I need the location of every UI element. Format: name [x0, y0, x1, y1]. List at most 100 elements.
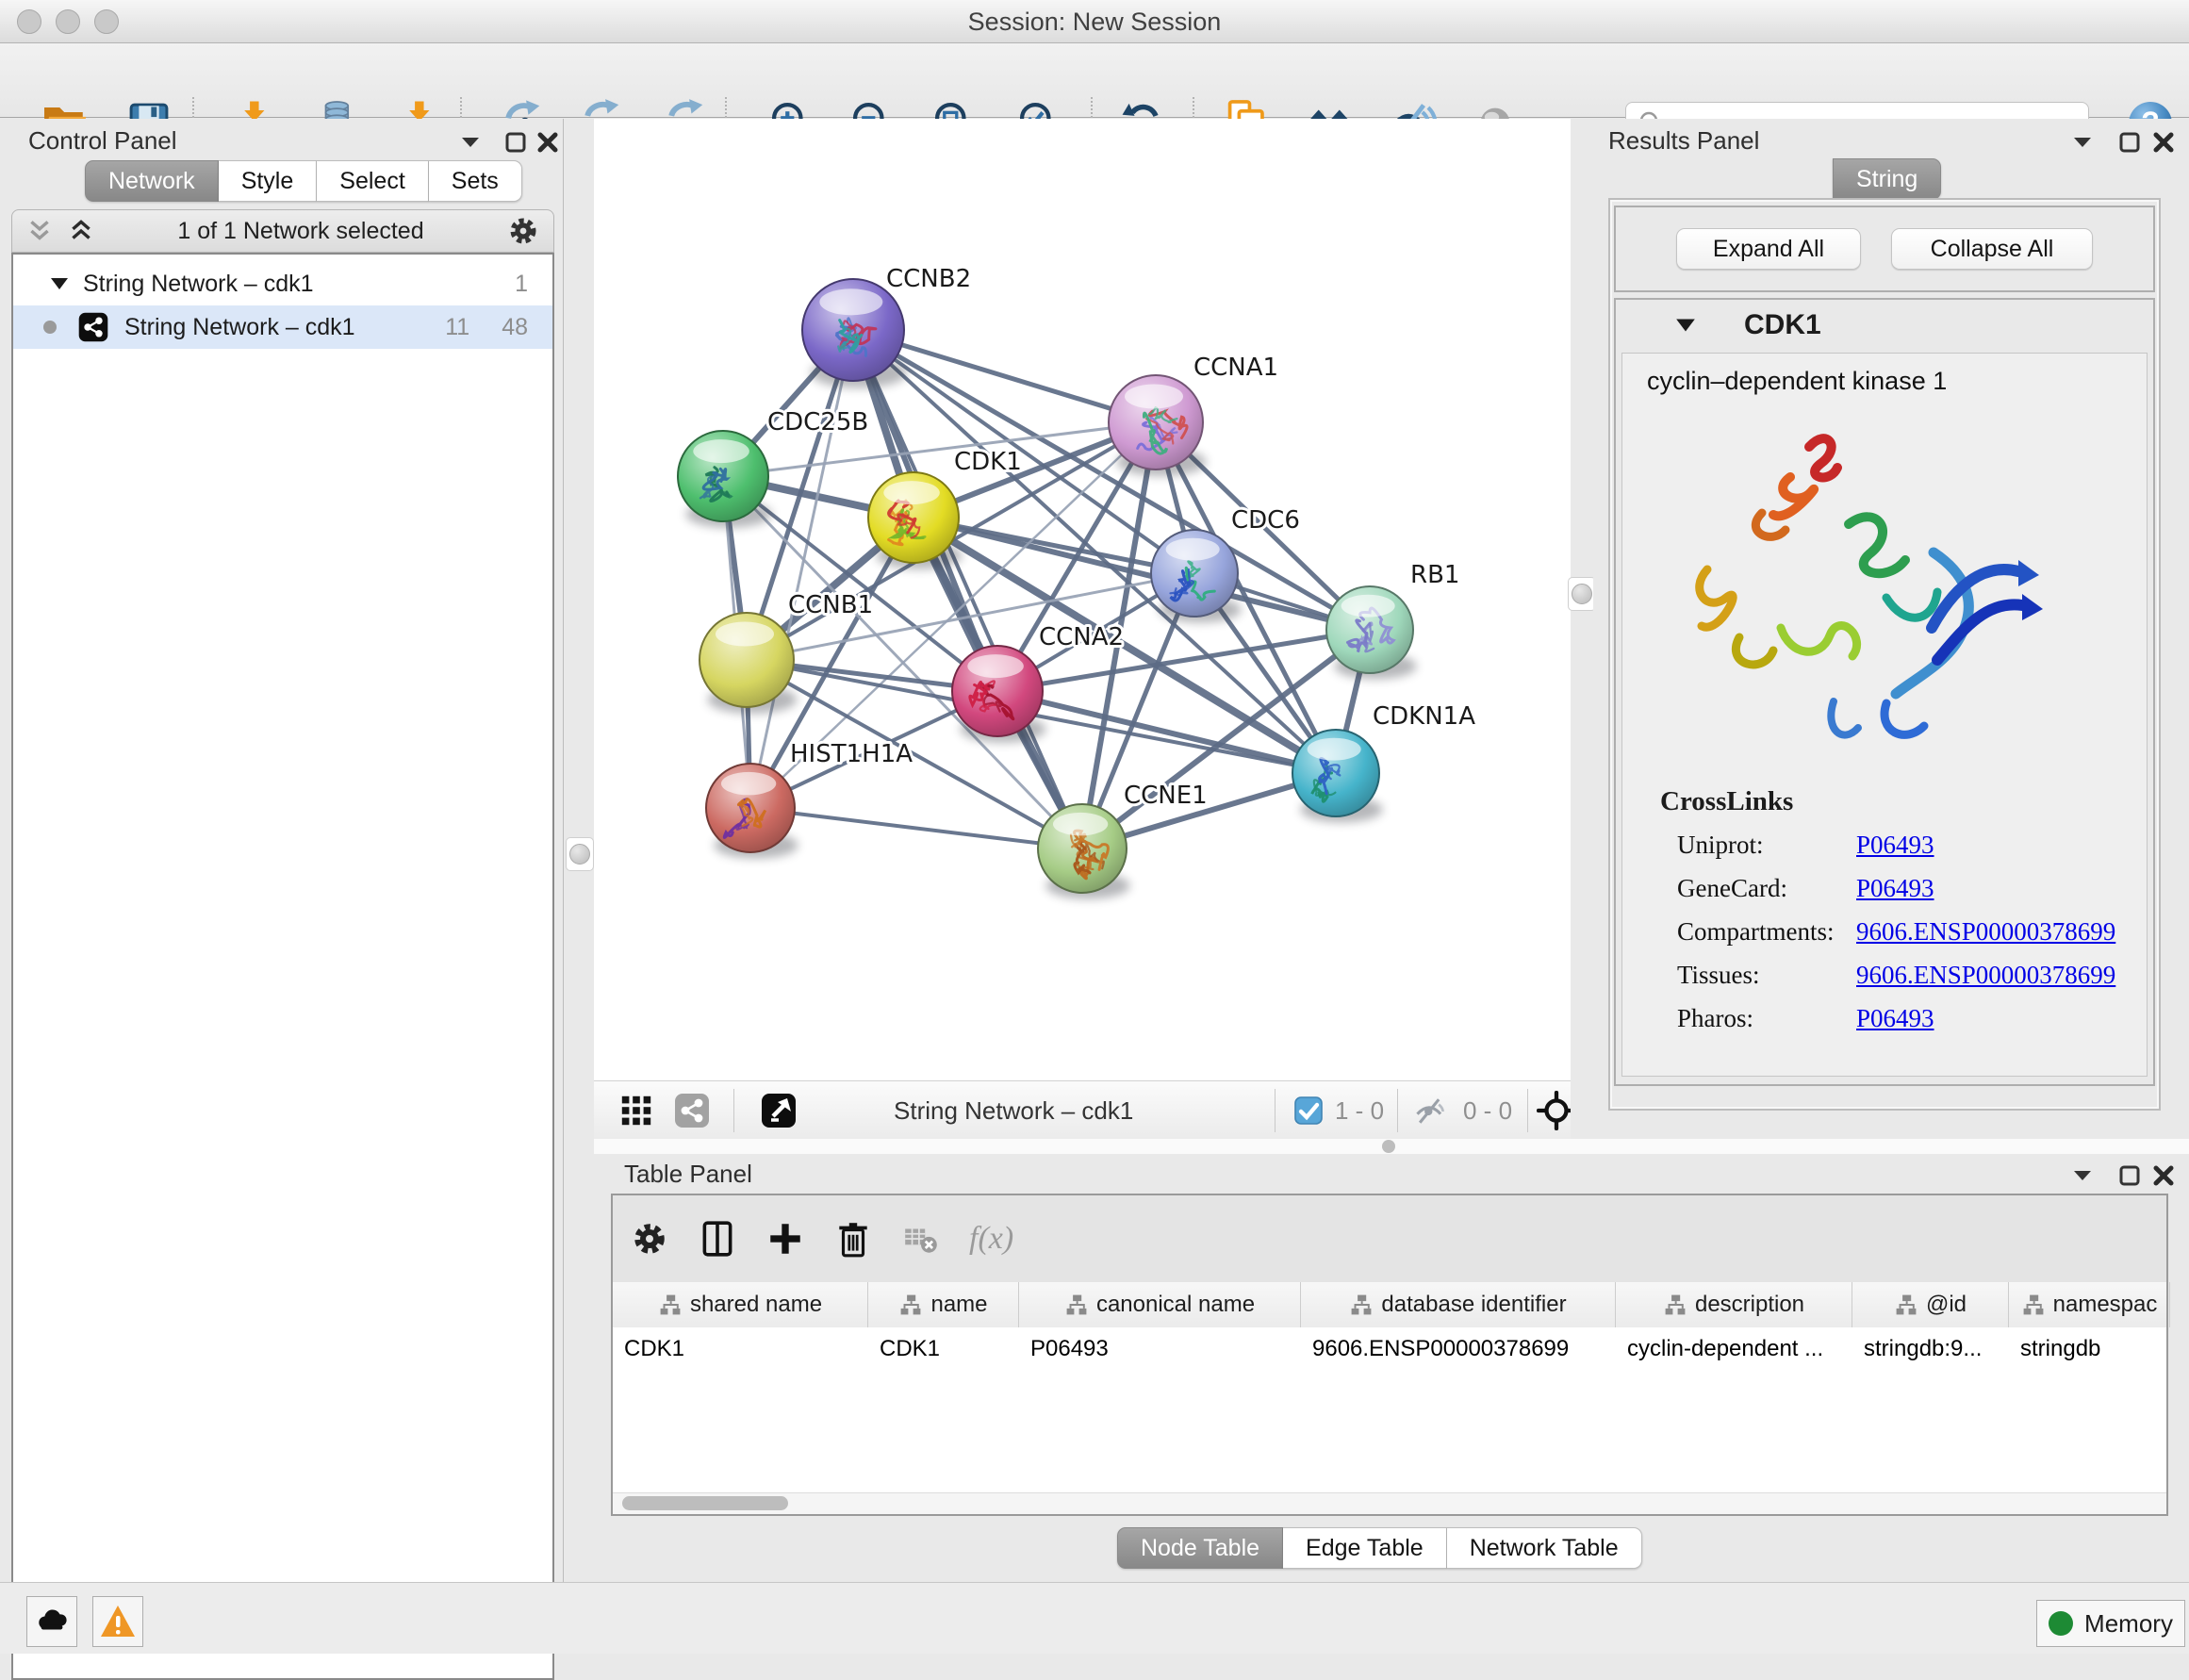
- zoom-window-button[interactable]: [94, 9, 119, 34]
- table-options-button[interactable]: [630, 1219, 669, 1259]
- table-cell[interactable]: 9606.ENSP00000378699: [1301, 1327, 1616, 1371]
- column-header[interactable]: name: [868, 1282, 1019, 1327]
- network-node-CCNE1[interactable]: [1038, 804, 1130, 899]
- divider-handle[interactable]: [1568, 577, 1596, 611]
- horizontal-divider[interactable]: [594, 1139, 2189, 1154]
- results-button-bar: Expand All Collapse All: [1614, 206, 2155, 292]
- collapse-all-networks-button[interactable]: [25, 217, 54, 245]
- scrollbar-thumb[interactable]: [622, 1496, 788, 1510]
- selected-nodes-checkbox[interactable]: [1293, 1090, 1324, 1131]
- expand-all-button[interactable]: Expand All: [1676, 228, 1861, 270]
- tab-network[interactable]: Network: [85, 160, 219, 202]
- network-view[interactable]: CCNB2CCNA1CDC25BCDK1CDC6RB1CCNB1CCNA2CDK…: [594, 119, 1571, 1080]
- hidden-counts: 0 - 0: [1463, 1090, 1512, 1131]
- tab-node-table[interactable]: Node Table: [1117, 1527, 1283, 1569]
- network-node-CDC6[interactable]: [1151, 530, 1242, 622]
- table-cell[interactable]: cyclin-dependent ...: [1616, 1327, 1852, 1371]
- column-header[interactable]: namespac: [2009, 1282, 2170, 1327]
- tab-sets[interactable]: Sets: [429, 160, 522, 202]
- network-node-HIST1H1A[interactable]: [706, 764, 798, 859]
- expand-all-networks-button[interactable]: [67, 217, 95, 245]
- crosslink-link[interactable]: P06493: [1856, 1004, 1934, 1033]
- network-node-CCNA1[interactable]: [1109, 375, 1207, 476]
- network-edge[interactable]: [750, 330, 853, 808]
- tab-edge-table[interactable]: Edge Table: [1283, 1527, 1447, 1569]
- table-cell[interactable]: P06493: [1019, 1327, 1301, 1371]
- chevron-down-icon: [458, 130, 483, 155]
- table-row[interactable]: CDK1CDK1P064939606.ENSP00000378699cyclin…: [613, 1327, 2166, 1371]
- table-cell[interactable]: stringdb:9...: [1852, 1327, 2009, 1371]
- column-header[interactable]: description: [1616, 1282, 1852, 1327]
- panel-divider[interactable]: [1571, 119, 1593, 1139]
- panel-divider[interactable]: [565, 119, 594, 1139]
- memory-button[interactable]: Memory: [2036, 1600, 2185, 1647]
- network-node-RB1[interactable]: [1326, 586, 1417, 679]
- panel-menu-button[interactable]: [2070, 130, 2095, 155]
- tab-string[interactable]: String: [1833, 158, 1941, 200]
- show-column-button[interactable]: [698, 1219, 737, 1259]
- panel-close-button[interactable]: [2151, 130, 2176, 155]
- column-header[interactable]: canonical name: [1019, 1282, 1301, 1327]
- collapse-entry-icon[interactable]: [1674, 314, 1697, 337]
- network-options-button[interactable]: [506, 214, 540, 248]
- string-style-button[interactable]: [673, 1090, 711, 1131]
- crosslinks-title: CrossLinks: [1660, 786, 2147, 817]
- panel-close-button[interactable]: [2151, 1163, 2176, 1188]
- hidden-elements-button[interactable]: [1412, 1090, 1450, 1131]
- panel-float-button[interactable]: [2117, 130, 2142, 155]
- cloud-button[interactable]: [26, 1596, 77, 1647]
- column-header[interactable]: shared name: [613, 1282, 868, 1327]
- tab-select[interactable]: Select: [317, 160, 428, 202]
- delete-column-button[interactable]: [833, 1219, 873, 1259]
- panel-float-button[interactable]: [503, 130, 528, 155]
- table-cell[interactable]: CDK1: [613, 1327, 868, 1371]
- column-header[interactable]: database identifier: [1301, 1282, 1616, 1327]
- divider-dot-handle[interactable]: [1382, 1140, 1395, 1153]
- birdseye-view-button[interactable]: [618, 1090, 654, 1131]
- panel-menu-button[interactable]: [2070, 1163, 2095, 1188]
- network-edge[interactable]: [853, 330, 1082, 848]
- divider-handle[interactable]: [566, 837, 594, 871]
- network-node-CCNB2[interactable]: [802, 279, 907, 388]
- table-panel-title: Table Panel: [624, 1160, 752, 1189]
- network-node-CCNA2[interactable]: [952, 646, 1046, 743]
- crosslink-link[interactable]: 9606.ENSP00000378699: [1856, 917, 2115, 947]
- minimize-window-button[interactable]: [56, 9, 80, 34]
- network-collection-row[interactable]: String Network – cdk1 1: [13, 262, 552, 305]
- network-view-toolbar: String Network – cdk1 1 - 0 0 - 0: [594, 1080, 1571, 1139]
- current-network-indicator: [43, 321, 57, 334]
- network-selection-status: 1 of 1 Network selected: [95, 218, 506, 245]
- selected-counts: 1 - 0: [1335, 1090, 1384, 1131]
- network-node-CDC25B[interactable]: [678, 431, 772, 528]
- float-window-icon: [503, 130, 528, 155]
- network-edge[interactable]: [750, 808, 1082, 848]
- network-canvas[interactable]: CCNB2CCNA1CDC25BCDK1CDC6RB1CCNB1CCNA2CDK…: [594, 119, 1571, 1080]
- footer-separator: [733, 1089, 734, 1132]
- collapse-all-button[interactable]: Collapse All: [1891, 228, 2093, 270]
- create-column-button[interactable]: [765, 1219, 805, 1259]
- panel-float-button[interactable]: [2117, 1163, 2142, 1188]
- network-node-CDK1[interactable]: [868, 472, 963, 569]
- network-row[interactable]: String Network – cdk1 11 48: [13, 305, 552, 349]
- tab-style[interactable]: Style: [219, 160, 318, 202]
- string-network-icon: [77, 311, 109, 343]
- network-collection-label: String Network – cdk1: [83, 271, 314, 298]
- panel-close-button[interactable]: [535, 130, 560, 155]
- crosslink-link[interactable]: P06493: [1856, 831, 1934, 860]
- warnings-button[interactable]: [92, 1596, 143, 1647]
- node-label-HIST1H1A: HIST1H1A: [790, 740, 913, 768]
- column-header[interactable]: @id: [1852, 1282, 2009, 1327]
- tab-network-table[interactable]: Network Table: [1447, 1527, 1642, 1569]
- table-cell[interactable]: CDK1: [868, 1327, 1019, 1371]
- external-link-icon: [760, 1092, 798, 1129]
- crosslink-link[interactable]: 9606.ENSP00000378699: [1856, 961, 2115, 990]
- status-bar: Memory: [0, 1582, 2189, 1654]
- table-horizontal-scrollbar[interactable]: [613, 1492, 2166, 1514]
- open-in-browser-button[interactable]: [760, 1090, 798, 1131]
- network-node-CDKN1A[interactable]: [1292, 730, 1383, 822]
- table-cell[interactable]: stringdb: [2009, 1327, 2170, 1371]
- network-node-CCNB1[interactable]: [699, 613, 798, 714]
- panel-menu-button[interactable]: [458, 130, 483, 155]
- crosslink-link[interactable]: P06493: [1856, 874, 1934, 903]
- close-window-button[interactable]: [17, 9, 41, 34]
